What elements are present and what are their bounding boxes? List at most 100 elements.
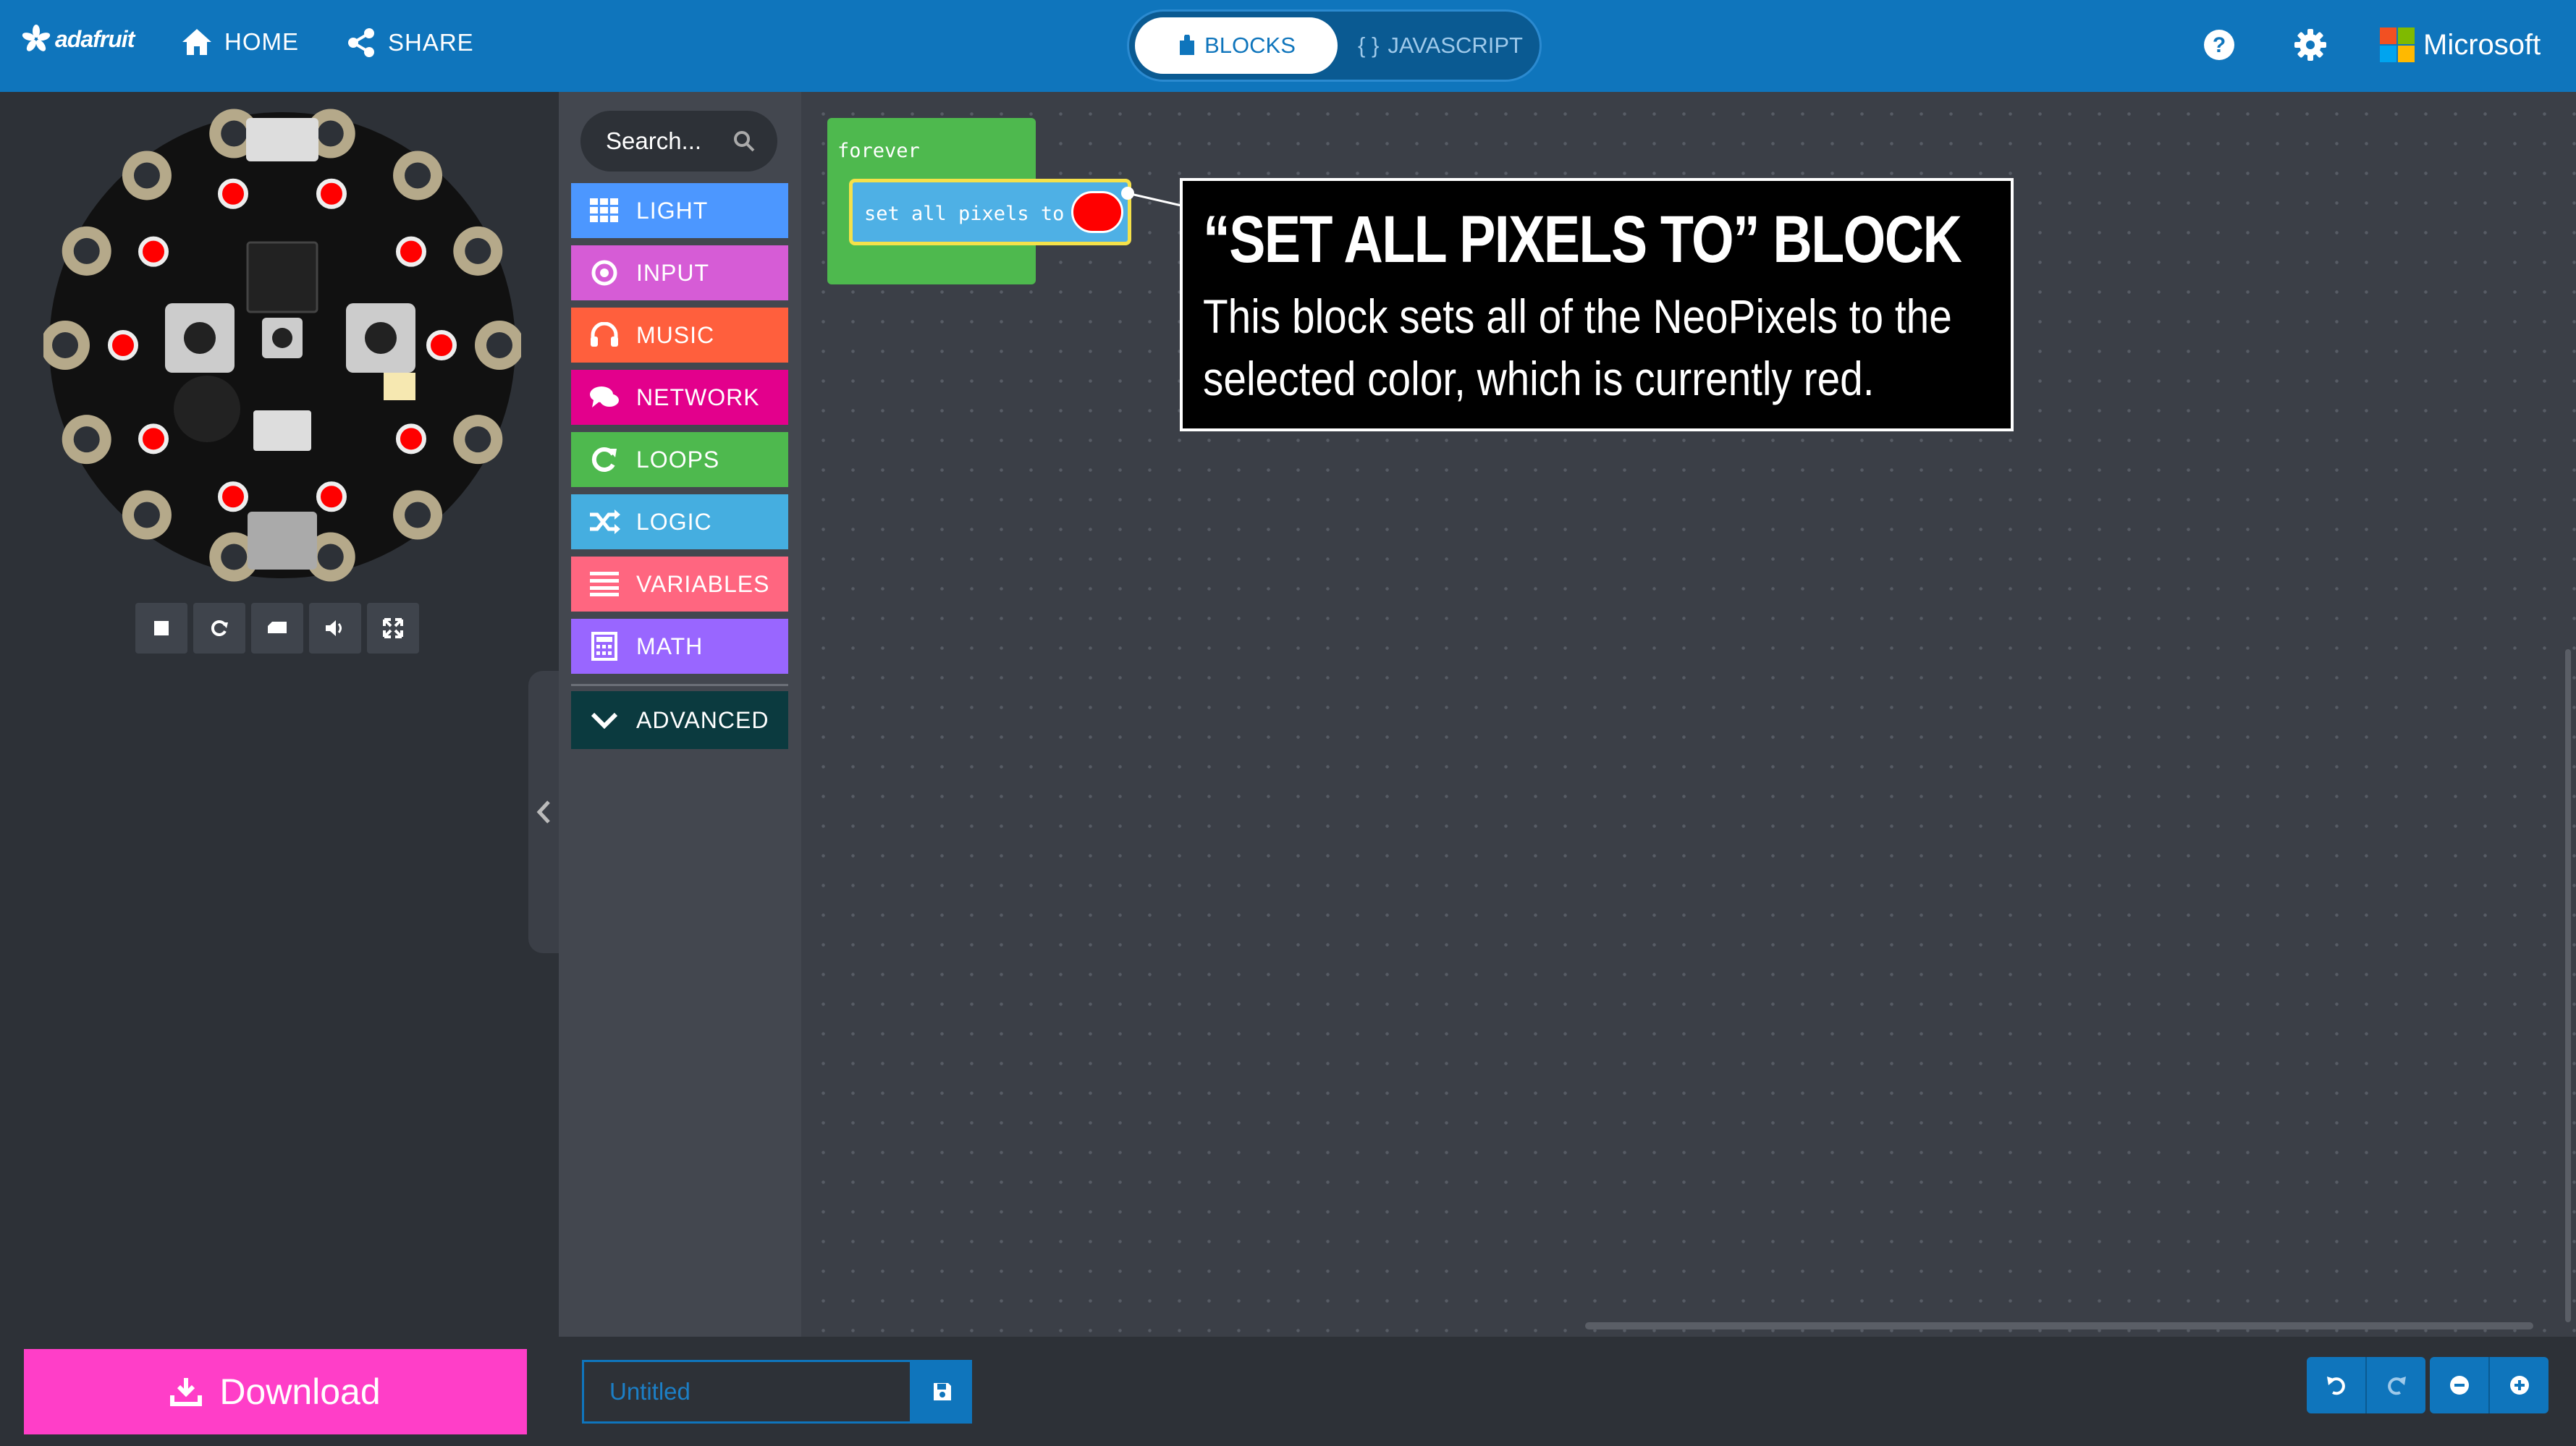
flower-logo-icon	[22, 25, 51, 51]
neopixel-led	[395, 423, 426, 454]
blocks-tab-label: BLOCKS	[1204, 33, 1296, 58]
home-button[interactable]: HOME	[181, 28, 299, 56]
neopixel-led	[218, 178, 249, 209]
board-pad-hole	[317, 120, 344, 147]
category-label: NETWORK	[636, 384, 760, 410]
board-pad-hole	[405, 502, 431, 528]
fullscreen-icon	[383, 618, 403, 638]
neopixel-led	[108, 330, 138, 360]
chevron-down-icon	[588, 704, 620, 736]
download-icon	[170, 1378, 203, 1406]
undo-button[interactable]	[2307, 1357, 2365, 1413]
home-icon	[182, 29, 211, 55]
category-label: VARIABLES	[636, 570, 770, 597]
collapse-simulator-toggle[interactable]	[528, 671, 559, 953]
undo-redo-group	[2307, 1357, 2425, 1413]
stop-icon	[154, 621, 169, 635]
board-pad-hole	[465, 237, 491, 264]
usb-connector	[246, 118, 318, 161]
category-label: LOGIC	[636, 508, 712, 535]
category-math[interactable]: MATH	[571, 619, 788, 674]
neopixel-led	[316, 481, 347, 512]
board-pad-hole	[317, 544, 344, 570]
puzzle-icon	[1180, 35, 1195, 55]
zoom-out-icon	[2449, 1376, 2469, 1395]
sound-button[interactable]	[309, 603, 361, 654]
horizontal-scrollbar[interactable]	[1585, 1322, 2533, 1329]
save-icon	[933, 1383, 951, 1400]
fullscreen-button[interactable]	[367, 603, 419, 654]
zoom-out-button[interactable]	[2430, 1357, 2488, 1413]
chevron-left-icon	[536, 800, 550, 824]
restart-button[interactable]	[193, 603, 245, 654]
category-variables[interactable]: VARIABLES	[571, 557, 788, 612]
category-network[interactable]: NETWORK	[571, 370, 788, 425]
category-label: LIGHT	[636, 197, 709, 224]
vertical-scrollbar[interactable]	[2565, 649, 2571, 1322]
restart-icon	[211, 620, 228, 636]
board-pad-hole	[73, 426, 100, 453]
screenshot-icon	[268, 622, 287, 633]
share-button[interactable]: SHARE	[346, 28, 474, 58]
editor-mode-toggle: BLOCKS { } JAVASCRIPT	[1127, 9, 1542, 82]
home-label: HOME	[224, 28, 299, 55]
toolbox-divider	[571, 684, 788, 686]
list-icon	[588, 568, 620, 600]
category-logic[interactable]: LOGIC	[571, 494, 788, 549]
grid-icon	[588, 195, 620, 227]
slide-switch[interactable]	[253, 410, 311, 451]
circuit-playground-board[interactable]	[43, 106, 521, 584]
callout-title: “SET ALL PIXELS TO” BLOCK	[1203, 203, 1962, 276]
board-pad-hole	[52, 332, 78, 358]
top-menu-bar: adafruit HOME SHARE BLOCKS { } JAVASCRIP…	[0, 0, 2576, 92]
microsoft-logo[interactable]: Microsoft	[2380, 28, 2541, 62]
redo-button[interactable]	[2365, 1357, 2425, 1413]
neopixel-led	[395, 236, 426, 267]
sound-icon	[326, 620, 342, 636]
toolbox-search[interactable]: Search...	[580, 111, 777, 172]
category-light[interactable]: LIGHT	[571, 183, 788, 238]
neopixel-led	[316, 178, 347, 209]
blocks-workspace[interactable]: forever set all pixels to “SET ALL PIXEL…	[801, 92, 2576, 1337]
calculator-icon	[588, 630, 620, 662]
board-pad-hole	[221, 544, 248, 570]
download-button[interactable]: Download	[24, 1349, 527, 1434]
blocks-tab[interactable]: BLOCKS	[1135, 17, 1338, 74]
board-pad-hole	[221, 120, 248, 147]
category-music[interactable]: MUSIC	[571, 308, 788, 363]
button-a-cap	[184, 322, 216, 354]
category-input[interactable]: INPUT	[571, 245, 788, 300]
stop-button[interactable]	[135, 603, 187, 654]
microsoft-label: Microsoft	[2423, 28, 2541, 61]
callout-connector	[1121, 187, 1182, 207]
board-pad-hole	[405, 162, 431, 189]
category-label: MATH	[636, 633, 704, 659]
svg-text:?: ?	[2213, 33, 2226, 57]
help-icon: ?	[2204, 30, 2234, 60]
screenshot-button[interactable]	[251, 603, 303, 654]
board-pad-hole	[133, 502, 160, 528]
category-advanced[interactable]: ADVANCED	[571, 691, 788, 749]
search-icon	[734, 131, 755, 152]
project-name-input[interactable]: Untitled	[582, 1360, 912, 1424]
redo-icon	[2387, 1377, 2406, 1395]
zoom-group	[2430, 1357, 2548, 1413]
reset-button-cap	[272, 328, 292, 348]
speaker	[174, 376, 240, 442]
headphones-icon	[588, 319, 620, 351]
category-loops[interactable]: LOOPS	[571, 432, 788, 487]
project-name-placeholder: Untitled	[609, 1378, 691, 1405]
chat-icon	[588, 381, 620, 413]
microcontroller-chip	[246, 241, 318, 313]
simulator-controls	[135, 603, 425, 654]
help-button[interactable]: ?	[2202, 28, 2237, 62]
settings-button[interactable]	[2293, 28, 2328, 62]
battery-connector	[248, 512, 317, 570]
javascript-tab[interactable]: { } JAVASCRIPT	[1346, 17, 1534, 74]
board-pad-hole	[73, 237, 100, 264]
board-pad-hole	[133, 162, 160, 189]
zoom-in-icon	[2509, 1376, 2529, 1395]
save-button[interactable]	[912, 1360, 972, 1424]
adafruit-logo[interactable]: adafruit	[22, 25, 135, 54]
zoom-in-button[interactable]	[2488, 1357, 2548, 1413]
